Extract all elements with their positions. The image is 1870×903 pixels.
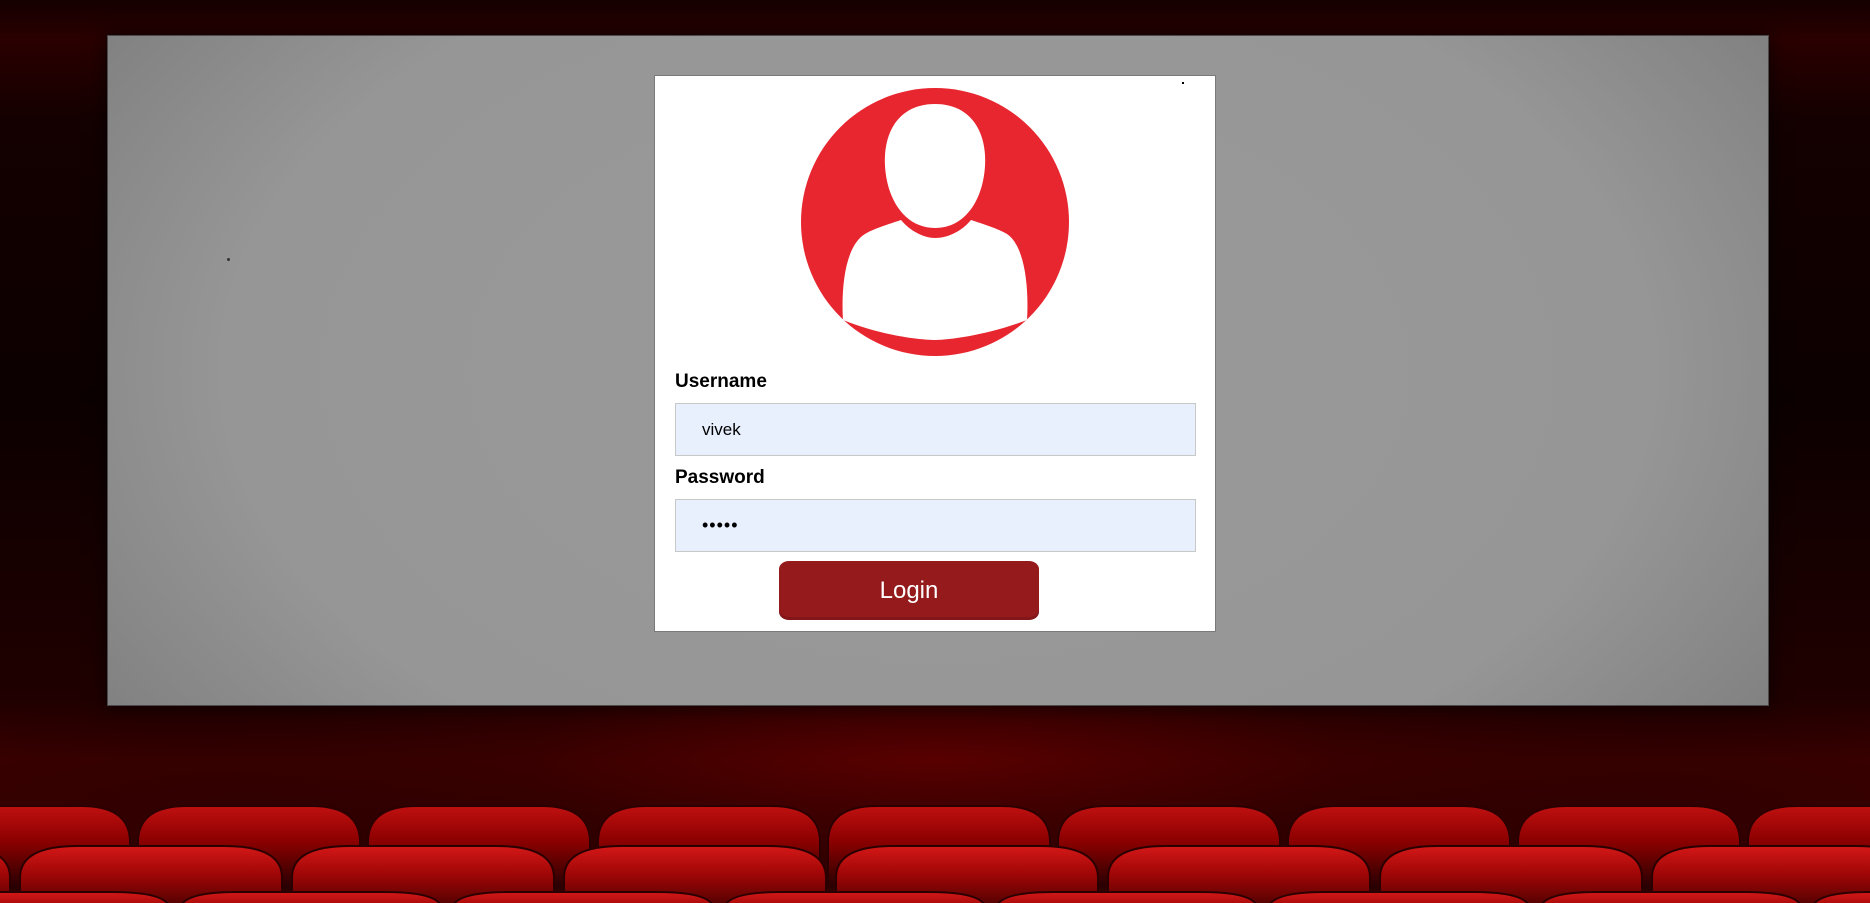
theater-seat <box>1541 891 1801 903</box>
password-label: Password <box>675 467 765 488</box>
screen-speck <box>227 258 230 261</box>
theater-seat <box>725 891 985 903</box>
theater-seat <box>997 891 1257 903</box>
login-card: Username Password Login <box>654 75 1216 632</box>
username-label: Username <box>675 371 767 392</box>
seat-row-third <box>0 891 1870 903</box>
user-avatar-icon <box>801 88 1069 356</box>
theater-seat <box>1269 891 1529 903</box>
password-input[interactable] <box>675 499 1196 552</box>
username-input[interactable] <box>675 403 1196 456</box>
theater-seats <box>0 805 1870 903</box>
theater-seat <box>181 891 441 903</box>
card-dot <box>1182 82 1184 84</box>
theater-seat <box>453 891 713 903</box>
login-button[interactable]: Login <box>779 561 1039 620</box>
theater-seat <box>0 891 169 903</box>
